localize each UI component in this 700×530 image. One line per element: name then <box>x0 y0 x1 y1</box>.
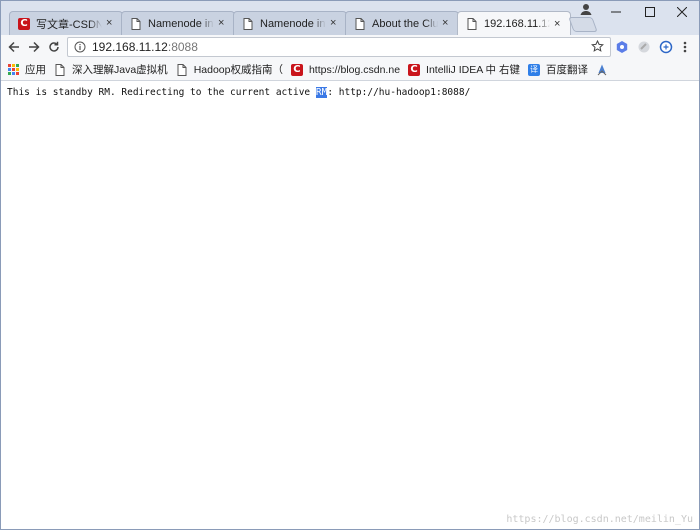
page-icon <box>54 63 66 76</box>
tab-title: 写文章-CSDN博客 <box>36 18 102 31</box>
tab-title: Namenode information <box>148 17 214 30</box>
message-text-after: : http://hu-hadoop1:8088/ <box>327 87 471 98</box>
standby-message: This is standby RM. Redirecting to the c… <box>7 87 470 98</box>
bookmark-label: 深入理解Java虚拟机 <box>72 64 168 76</box>
url-text[interactable]: 192.168.11.12:8088 <box>92 40 198 54</box>
maximize-button[interactable] <box>633 1 667 23</box>
bookmarks-bar: 应用 深入理解Java虚拟机 Hadoop权威指南（ C https://blo… <box>1 59 699 81</box>
tab-resourcemanager[interactable]: 192.168.11.12:8088 × <box>457 11 571 36</box>
bookmark-csdn-blog[interactable]: C https://blog.csdn.ne <box>290 61 401 79</box>
reload-icon <box>49 41 59 52</box>
tab-close-icon[interactable]: × <box>106 18 116 29</box>
new-tab-button[interactable] <box>568 17 598 32</box>
tab-about-cluster[interactable]: About the Cluster × <box>345 11 459 35</box>
browser-toolbar: 192.168.11.12:8088 <box>1 35 699 59</box>
extension-translate-icon[interactable] <box>659 40 673 54</box>
bookmark-rocket[interactable] <box>596 61 614 79</box>
bookmark-label: Hadoop权威指南（ <box>193 64 283 76</box>
minimize-button[interactable] <box>599 1 633 23</box>
tab-close-icon[interactable]: × <box>442 18 452 29</box>
address-bar[interactable]: 192.168.11.12:8088 <box>67 37 611 57</box>
apps-grid-icon <box>7 64 19 76</box>
back-button[interactable] <box>5 38 23 56</box>
watermark: https://blog.csdn.net/meilin_Yu <box>506 514 693 525</box>
csdn-logo-icon: C <box>290 63 303 76</box>
arrow-left-icon <box>8 41 19 53</box>
url-host: 192.168.11.12 <box>92 40 168 54</box>
info-icon[interactable] <box>74 41 86 53</box>
bookmark-hadoop-guide[interactable]: Hadoop权威指南（ <box>176 61 283 79</box>
profile-icon[interactable] <box>579 2 593 16</box>
tab-csdn-editor[interactable]: C 写文章-CSDN博客 × <box>9 11 123 35</box>
reload-button[interactable] <box>45 38 63 56</box>
bookmark-apps[interactable]: 应用 <box>7 61 46 79</box>
translate-icon: 译 <box>527 63 540 76</box>
bookmark-label: https://blog.csdn.ne <box>308 63 401 76</box>
bookmark-label: 应用 <box>25 64 46 76</box>
extension-hexagon-icon[interactable] <box>615 40 629 54</box>
bookmark-label: 百度翻译 <box>545 64 588 76</box>
tab-title: About the Cluster <box>372 17 438 30</box>
arrow-right-icon <box>29 41 40 53</box>
page-icon <box>354 17 366 30</box>
page-icon <box>466 18 478 30</box>
page-content: This is standby RM. Redirecting to the c… <box>1 82 699 529</box>
menu-icon[interactable] <box>681 40 689 54</box>
message-text-before: This is standby RM. Redirecting to the c… <box>7 87 316 98</box>
url-port: :8088 <box>167 40 198 54</box>
forward-button[interactable] <box>25 38 43 56</box>
csdn-logo-icon: C <box>408 63 421 76</box>
extension-grey-icon[interactable] <box>637 40 651 54</box>
browser-window: C 写文章-CSDN博客 × Namenode information × Na… <box>0 0 700 530</box>
tab-namenode-1[interactable]: Namenode information × <box>121 11 235 35</box>
page-icon <box>242 17 254 30</box>
bookmark-intellij[interactable]: C IntelliJ IDEA 中 右键 <box>408 61 520 79</box>
bookmark-java-vm[interactable]: 深入理解Java虚拟机 <box>54 61 168 79</box>
tab-close-icon[interactable]: × <box>218 18 228 29</box>
bookmark-label: IntelliJ IDEA 中 右键 <box>426 64 520 76</box>
close-window-button[interactable] <box>665 1 699 23</box>
tab-close-icon[interactable]: × <box>554 18 564 30</box>
message-highlight: RM <box>315 87 328 98</box>
page-icon <box>176 63 188 76</box>
bookmark-baidu-translate[interactable]: 译 百度翻译 <box>527 61 588 79</box>
tab-close-icon[interactable]: × <box>330 18 340 29</box>
csdn-logo-icon: C <box>18 17 30 30</box>
bookmark-star-icon[interactable] <box>591 40 604 53</box>
tab-title: Namenode information <box>260 17 326 30</box>
rocket-icon <box>596 64 608 76</box>
tab-title: 192.168.11.12:8088 <box>484 18 550 30</box>
tab-strip: C 写文章-CSDN博客 × Namenode information × Na… <box>1 1 699 36</box>
page-icon <box>130 17 142 30</box>
tab-namenode-2[interactable]: Namenode information × <box>233 11 347 35</box>
